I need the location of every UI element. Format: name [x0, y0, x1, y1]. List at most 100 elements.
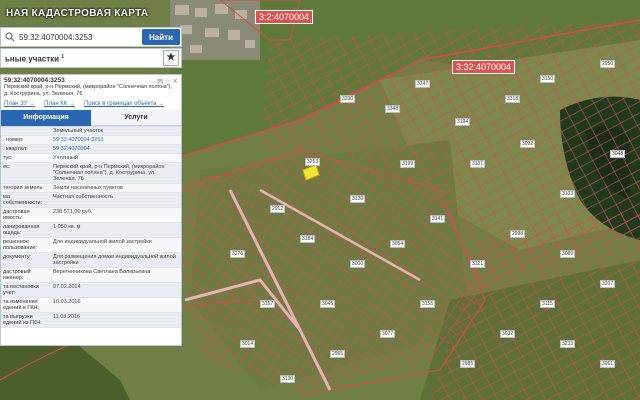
attribute-value: Земли населённых пунктов [53, 185, 123, 191]
attribute-row: та выгрузки едений из ГКН: 11.03.2016 [1, 313, 181, 328]
tab-information[interactable]: Информация [1, 110, 91, 126]
attribute-key: дастровый нженер: [3, 269, 31, 281]
attribute-value[interactable]: 59:32:4070004:3253 [51, 136, 181, 144]
parcel-number-label[interactable]: 3054 [390, 240, 406, 248]
parcel-number-label[interactable]: 3194 [455, 118, 471, 126]
card-tabs: Информация Услуги [1, 110, 181, 126]
results-count: 1 [61, 54, 65, 60]
parcel-number-label[interactable]: 3233 [560, 340, 576, 348]
attribute-key: та изменения едений в ГКН: [3, 299, 40, 311]
plan-zu-link[interactable]: План ЗУ → [4, 101, 35, 107]
attribute-key: та выгрузки едений из ГКН: [3, 314, 42, 326]
parcel-number-label[interactable]: 3348 [385, 105, 401, 113]
parcel-number-label[interactable]: 3089 [560, 250, 576, 258]
parcel-number-label[interactable]: 3150 [540, 75, 556, 83]
attribute-key: та постановки учет: [3, 284, 39, 296]
parcel-number-label[interactable]: 2985 [460, 360, 476, 368]
tab-services[interactable]: Услуги [91, 110, 181, 126]
parcel-number-label[interactable]: 3032 [500, 330, 516, 338]
attribute-key: . номер: [3, 137, 24, 143]
parcel-number-label[interactable]: 2912 [270, 205, 286, 213]
attribute-key: тегория земель: [3, 185, 44, 191]
parcel-number-label[interactable]: 3101 [470, 160, 486, 168]
parcel-number-label[interactable]: 3184 [300, 235, 316, 243]
search-icon [5, 32, 15, 42]
search-button[interactable]: Найти [142, 29, 180, 45]
parcel-number-label[interactable]: 3115 [540, 300, 555, 308]
parcel-number-label[interactable]: 3199 [400, 160, 416, 168]
attribute-row: тус: Учтенный [1, 154, 181, 163]
attribute-value: 238 571,00 руб. [53, 209, 93, 215]
close-icon[interactable]: ✕ [173, 78, 178, 85]
parcel-number-label[interactable]: 3000 [350, 260, 366, 268]
search-bar: Найти [0, 27, 182, 47]
attribute-row: та изменения едений в ГКН: 10.03.2016 [1, 298, 181, 313]
attribute-row: . номер: 59:32:4070004:3253 [1, 136, 181, 145]
attribute-row: та постановки учет: 07.02.2014 [1, 283, 181, 298]
card-tools[interactable]: ▤ ☆ ✕ [157, 77, 178, 85]
search-in-bounds-link[interactable]: Поиск в границах объекта → [84, 101, 164, 107]
attribute-value: 11.03.2016 [53, 314, 81, 320]
attribute-key [1, 127, 51, 135]
parcel-number-label[interactable]: 3120 [350, 195, 366, 203]
attribute-value: Пермский край, р-н Пермский, (микрорайон… [53, 164, 165, 182]
parcel-number-label[interactable]: 3121 [470, 260, 486, 268]
card-links: План ЗУ → План КК → Поиск в границах объ… [1, 99, 181, 109]
parcel-number-label[interactable]: 3207 [600, 280, 616, 288]
star-outline-icon[interactable]: ☆ [165, 78, 171, 85]
attribute-value: 07.02.2014 [53, 284, 81, 290]
parcel-number-label[interactable]: 3077 [380, 330, 396, 338]
attribute-key: документу: [3, 254, 32, 260]
attribute-value[interactable]: 59:32:4070004 [51, 145, 181, 153]
parcel-number-label[interactable]: 3200 [340, 95, 356, 103]
attribute-row: Земельный участок [1, 127, 181, 136]
attribute-row: ланированная ощадь: 1 050 кв. м [1, 223, 181, 238]
parcel-number-label[interactable]: 3167 [260, 300, 276, 308]
attribute-value: 1 050 кв. м [53, 224, 81, 230]
parcel-number-label[interactable]: 3130 [280, 375, 296, 383]
attribute-value: Частная собственность [53, 194, 114, 200]
parcel-card: 59:32:4070004:3253 Пермский край, р-н Пе… [0, 74, 182, 346]
parcel-number-label[interactable]: 3247 [415, 80, 431, 88]
parcel-number-label[interactable]: 3155 [420, 300, 436, 308]
attribute-key: ланированная ощадь: [3, 224, 40, 236]
parcel-number-label[interactable]: 3103 [560, 190, 576, 198]
parcel-card-header: 59:32:4070004:3253 Пермский край, р-н Пе… [1, 75, 181, 99]
parcel-number-label[interactable]: 3141 [430, 215, 446, 223]
attribute-row: ес: Пермский край, р-н Пермский, (микрора… [1, 163, 181, 184]
parcel-number-label[interactable]: 3061 [600, 360, 616, 368]
parcel-number: 59:32:4070004:3253 [4, 77, 65, 84]
attribute-key: . квартал: [3, 146, 28, 152]
parcel-number-label[interactable]: 3318 [505, 95, 521, 103]
attribute-row: ма собственности: Частная собственность [1, 193, 181, 208]
attribute-value: Для индивидуальной жилой застройки [53, 239, 152, 245]
parcel-number-label[interactable]: 3048 [610, 150, 626, 158]
parcel-number-label[interactable]: 2965 [330, 350, 346, 358]
attribute-value: 10.03.2016 [53, 299, 81, 305]
attribute-key: дастровая имость: [3, 209, 30, 221]
attribute-value: Земельный участок [53, 128, 104, 134]
attribute-row: дастровая имость: 238 571,00 руб. [1, 208, 181, 223]
parcel-number-label[interactable]: 3045 [320, 300, 336, 308]
chart-icon[interactable]: ▤ [157, 78, 163, 85]
plan-kk-link[interactable]: План КК → [44, 101, 75, 107]
parcel-number-label[interactable]: 2950 [600, 60, 616, 68]
parcel-number-label[interactable]: 2998 [510, 230, 526, 238]
search-input[interactable] [1, 28, 139, 46]
parcel-number-label[interactable]: 3014 [240, 340, 256, 348]
parcel-number-label[interactable]: 3253 [305, 158, 321, 166]
attribute-key: ес: [3, 164, 11, 170]
attribute-value: Для размещения домов индивидуальной жило… [53, 254, 176, 266]
favorite-star-icon[interactable]: ★ [163, 50, 179, 66]
attribute-key: тус: [3, 155, 13, 161]
attribute-row: решенное пользование: Для индивидуальной … [1, 238, 181, 253]
quarter-badge[interactable]: 3:32:4070004 [452, 60, 516, 74]
attribute-row: тегория земель: Земли населённых пунктов [1, 184, 181, 193]
attribute-key: ма собственности: [3, 194, 43, 206]
district-badge[interactable]: 3:2:4070004 [255, 10, 314, 24]
search-panel: Найти ьные участки 1 ★ 59:32:4070004:325… [0, 0, 185, 400]
attribute-key: решенное пользование: [3, 239, 38, 251]
parcel-number-label[interactable]: 3092 [520, 140, 536, 148]
attribute-value: Веретенникова Светлана Валерьевна [53, 269, 151, 275]
parcel-number-label[interactable]: 3276 [230, 250, 246, 258]
